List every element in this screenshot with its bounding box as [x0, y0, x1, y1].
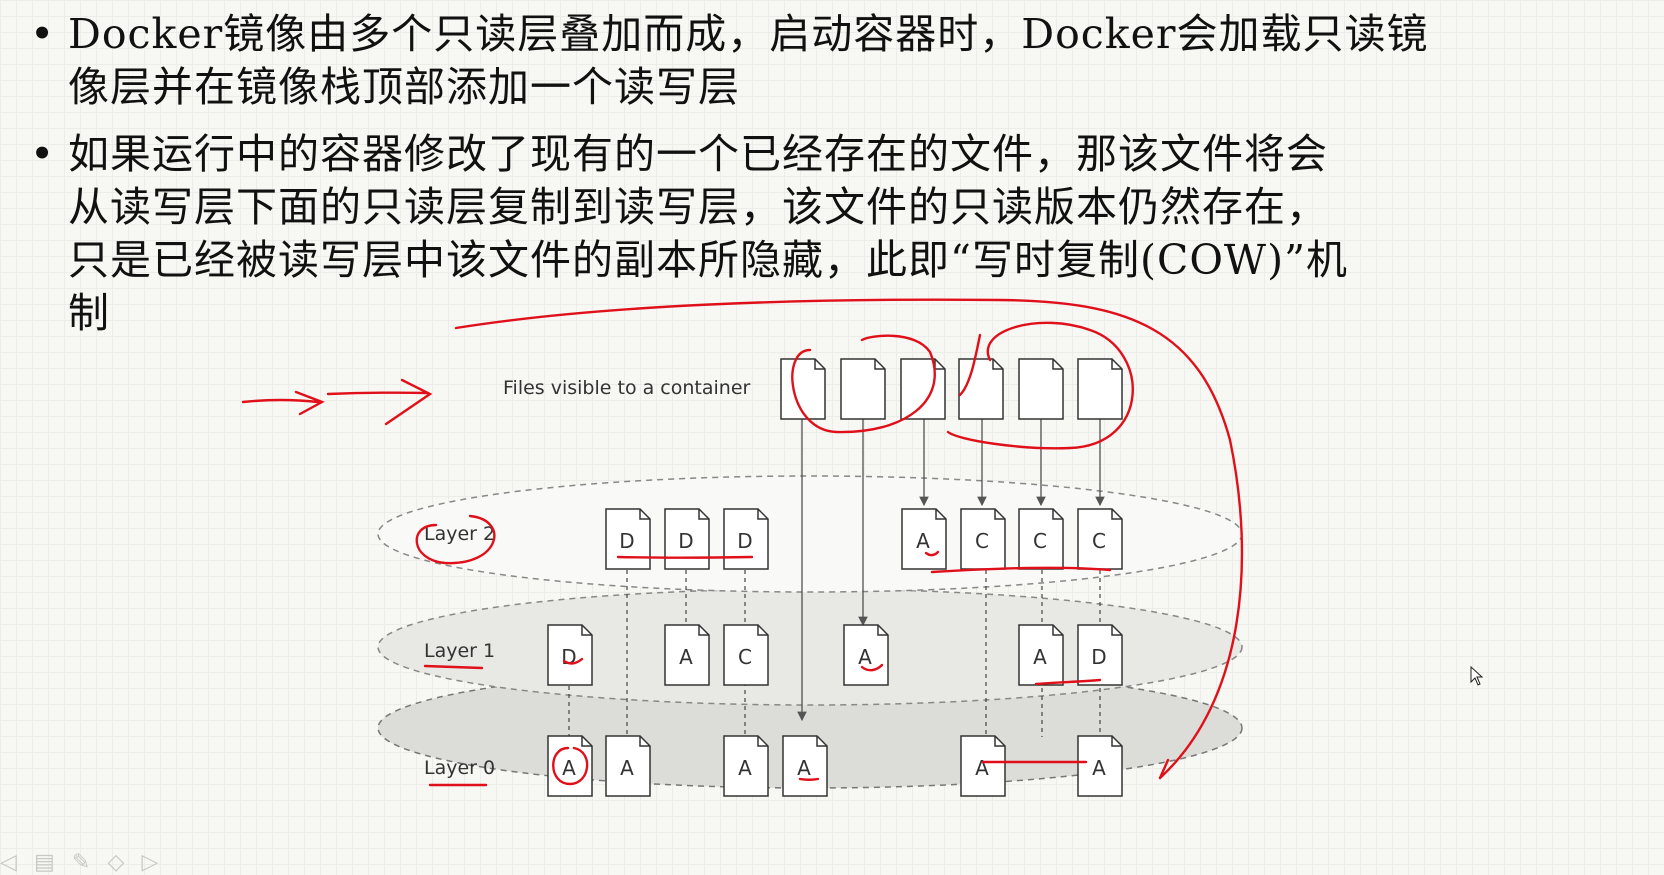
file-icon: C [1077, 508, 1123, 570]
file-icon: A [547, 735, 593, 797]
file-label: C [1033, 529, 1047, 553]
container-label: Files visible to a container [503, 377, 751, 399]
menu-icon[interactable]: ▤ [34, 850, 55, 875]
file-icon: D [664, 508, 710, 570]
union-filesystem-diagram: Files visible to a container Layer 2 Lay… [241, 298, 1244, 797]
file-label: A [738, 756, 752, 780]
file-label: C [975, 529, 989, 553]
mouse-cursor-icon [1470, 665, 1484, 686]
file-label: A [1092, 756, 1106, 780]
arrow-right-icon[interactable]: ▷ [141, 850, 158, 875]
file-icon: D [1077, 624, 1123, 686]
file-label: A [975, 756, 989, 780]
layer-0-label: Layer 0 [424, 757, 495, 779]
layer-2-label: Layer 2 [424, 523, 495, 545]
file-icon: A [1018, 624, 1064, 686]
file-label: A [858, 645, 872, 669]
file-label: D [678, 529, 693, 553]
file-label: D [737, 529, 752, 553]
file-icon: A [782, 735, 828, 797]
layer-1-label: Layer 1 [424, 640, 495, 662]
file-label: C [1092, 529, 1106, 553]
file-label: D [1091, 645, 1106, 669]
file-label: D [619, 529, 634, 553]
pen-icon[interactable]: ✎ [72, 850, 90, 875]
file-icon: A [605, 735, 651, 797]
file-icon: D [547, 624, 593, 686]
file-icon: C [960, 508, 1006, 570]
file-icon: D [723, 508, 769, 570]
file-label: A [916, 529, 930, 553]
file-label: A [797, 756, 811, 780]
file-label: A [562, 756, 576, 780]
file-label: A [1033, 645, 1047, 669]
file-label: C [738, 645, 752, 669]
file-label: A [679, 645, 693, 669]
file-icon: C [723, 624, 769, 686]
file-icon: C [1018, 508, 1064, 570]
file-icon: A [1077, 735, 1123, 797]
presentation-slide: • Docker镜像由多个只读层叠加而成，启动容器时，Docker会加载只读镜 … [0, 0, 1664, 875]
file-icon: A [723, 735, 769, 797]
file-icon: A [901, 508, 947, 570]
file-icon: A [960, 735, 1006, 797]
file-label: D [561, 645, 576, 669]
arrow-left-icon[interactable]: ◁ [0, 850, 17, 875]
slide-toolbar: ◁ ▤ ✎ ◇ ▷ [0, 850, 180, 875]
file-icon: A [664, 624, 710, 686]
container-files [780, 358, 1123, 420]
eraser-icon[interactable]: ◇ [107, 850, 124, 875]
file-icon: D [605, 508, 651, 570]
file-icon: A [843, 624, 889, 686]
file-label: A [620, 756, 634, 780]
